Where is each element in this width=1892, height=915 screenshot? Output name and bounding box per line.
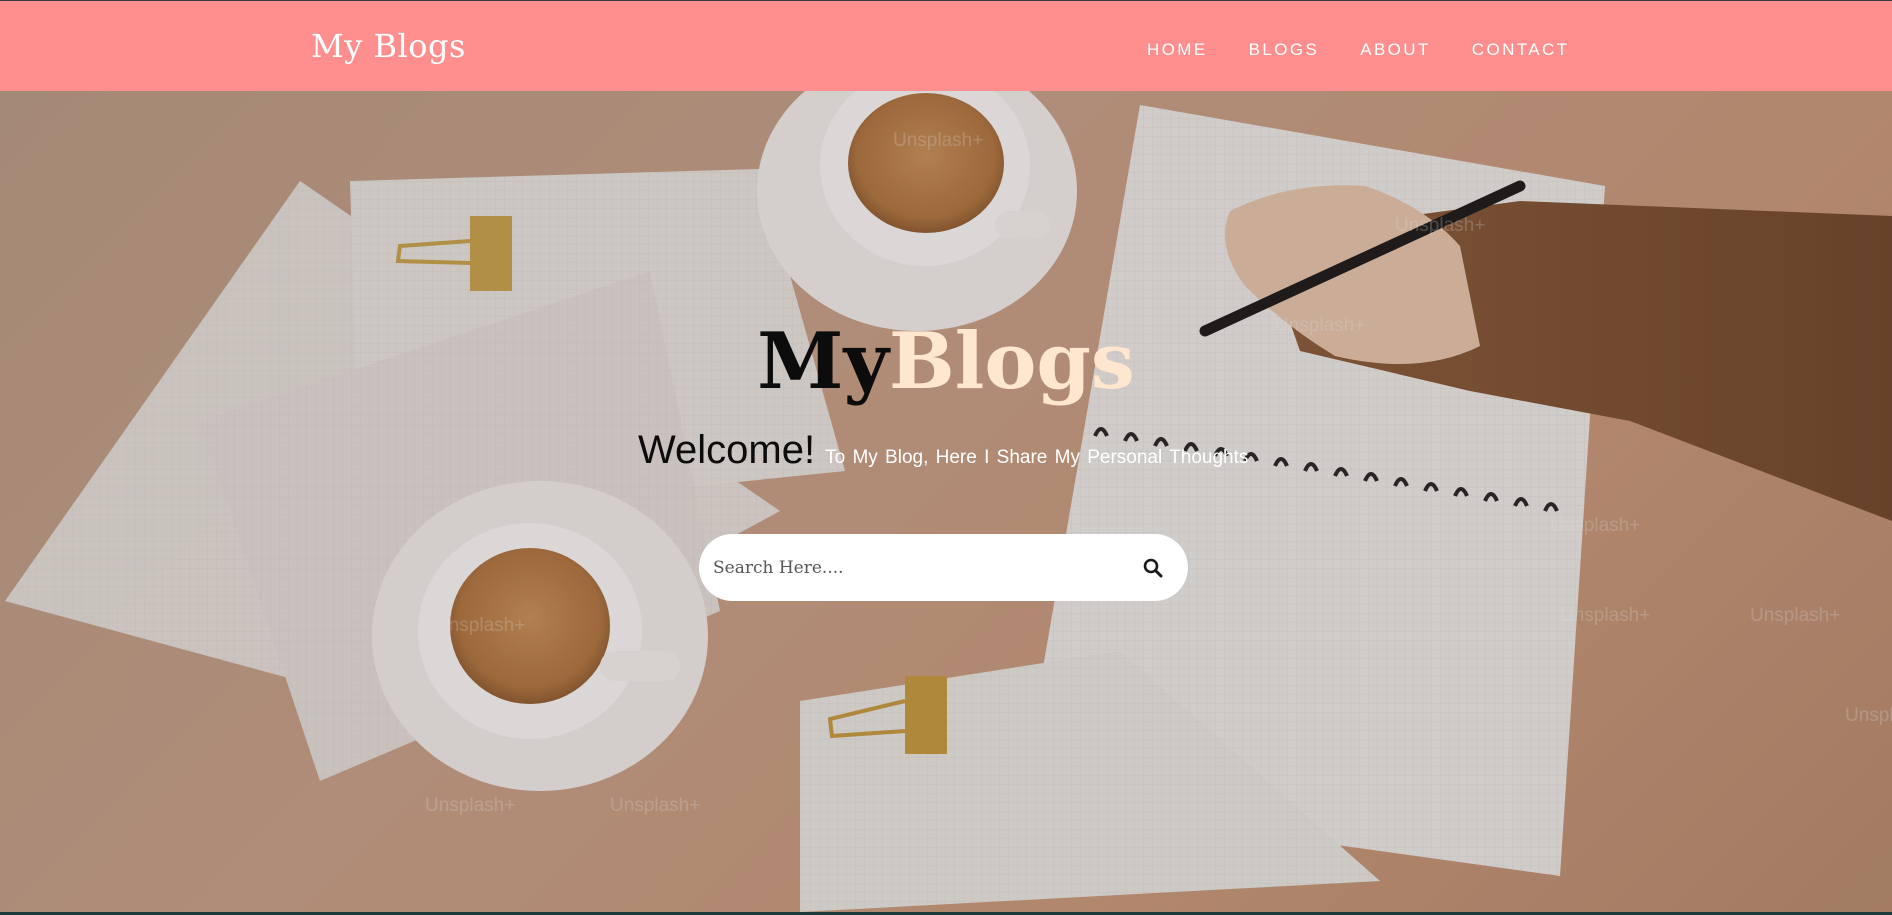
search-box <box>699 534 1188 601</box>
hero-subtitle: Welcome! To My Blog, Here I Share My Per… <box>638 428 1248 473</box>
tagline-text: To My Blog, Here I Share My Personal Tho… <box>825 447 1249 468</box>
nav-links: HOME BLOGS ABOUT CONTACT <box>1147 40 1610 60</box>
hero-title: MyBlogs <box>0 323 1892 401</box>
page: My Blogs HOME BLOGS ABOUT CONTACT Unspla… <box>0 0 1892 915</box>
brand-logo[interactable]: My Blogs <box>311 27 466 65</box>
nav-link-about[interactable]: ABOUT <box>1360 40 1431 60</box>
hero-title-blogs: Blogs <box>888 316 1135 407</box>
navbar: My Blogs HOME BLOGS ABOUT CONTACT <box>0 0 1892 91</box>
hero-title-my: My <box>757 316 889 407</box>
nav-link-home[interactable]: HOME <box>1147 40 1208 60</box>
nav-link-contact[interactable]: CONTACT <box>1472 40 1570 60</box>
search-input[interactable] <box>713 534 1103 601</box>
welcome-text: Welcome! <box>638 428 816 472</box>
hero-overlay <box>0 91 1892 912</box>
hero-section: Unsplash+ Unsplash+ Unsplash+ Unsplash+ … <box>0 91 1892 912</box>
search-icon[interactable] <box>1139 554 1167 582</box>
nav-link-blogs[interactable]: BLOGS <box>1249 40 1320 60</box>
